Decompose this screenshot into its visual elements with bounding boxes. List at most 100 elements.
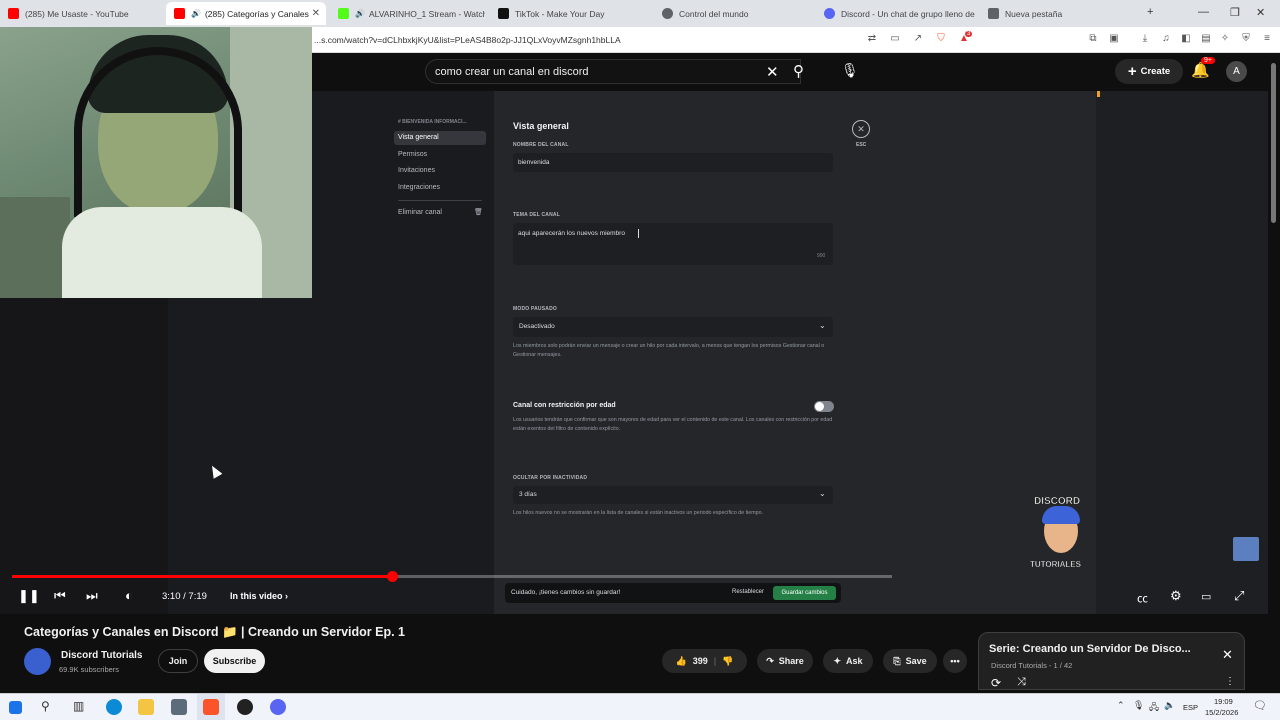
nav-integraciones[interactable]: Integraciones <box>398 184 440 191</box>
loop-icon[interactable]: ⟳ <box>991 676 1001 690</box>
tab-control-del-mundo[interactable]: Control del mundo <box>654 2 814 25</box>
close-tab-icon[interactable]: ✕ <box>312 8 320 19</box>
page-scrollbar[interactable] <box>1268 53 1280 693</box>
tab-youtube-me-usaste[interactable]: (285) Me Usaste - YouTube <box>0 2 165 25</box>
pause-icon[interactable]: ❚❚ <box>18 588 40 604</box>
minimize-icon[interactable]: — <box>1198 6 1209 18</box>
playlist-title[interactable]: Serie: Creando un Servidor De Disco... <box>989 643 1191 655</box>
obs-studio-icon[interactable] <box>237 699 253 715</box>
sparkle-icon: ✦ <box>833 655 842 666</box>
tab-new-tab[interactable]: Nueva pestaña <box>980 2 1140 25</box>
share-icon[interactable]: ↗ <box>912 33 924 45</box>
volume-tray-icon[interactable]: 🔈 <box>1164 700 1175 711</box>
tab-discord[interactable]: Discord - Un chat de grupo lleno de <box>816 2 976 25</box>
notification-center-icon[interactable]: 🗨 <box>1253 699 1267 712</box>
tab-tiktok[interactable]: TikTok - Make Your Day <box>490 2 650 25</box>
translate-icon[interactable]: ⇄ <box>866 33 878 45</box>
sidebar-icon[interactable]: ◧ <box>1180 33 1192 45</box>
wallet-icon[interactable]: ▤ <box>1200 33 1212 45</box>
search-box[interactable]: como crear un canal en discord ✕ <box>425 59 801 84</box>
share-button[interactable]: ↷ Share <box>757 649 813 673</box>
file-explorer-icon[interactable] <box>138 699 154 715</box>
microphone-tray-icon[interactable]: 🎙 <box>1133 700 1144 711</box>
cast-icon[interactable]: ▭ <box>889 33 901 45</box>
channel-name-field[interactable]: bienvenida <box>513 153 833 172</box>
new-tab-icon[interactable]: + <box>1147 6 1153 18</box>
close-window-icon[interactable]: ✕ <box>1256 6 1265 19</box>
theater-mode-icon[interactable]: ▭ <box>1201 590 1211 603</box>
microsoft-store-icon[interactable] <box>171 699 187 715</box>
share-arrow-icon: ↷ <box>766 655 774 666</box>
channel-avatar[interactable] <box>24 648 51 675</box>
subscribe-button[interactable]: Subscribe <box>204 649 265 673</box>
url-text[interactable]: ...s.com/watch?v=dCLhbxkjKyU&list=PLeAS4… <box>314 35 621 45</box>
fullscreen-icon[interactable]: ⤢ <box>1234 588 1244 604</box>
windows-start-icon[interactable] <box>9 701 22 714</box>
channel-name[interactable]: Discord Tutorials <box>61 650 143 661</box>
playlist-menu-icon[interactable]: ⋮ <box>1225 676 1235 687</box>
vpn-icon[interactable]: ⛨ <box>1240 33 1252 45</box>
previous-icon[interactable]: ⏮ <box>54 588 66 604</box>
topic-field[interactable]: aqui aparecerán los nuevos miembro 990 <box>513 223 833 265</box>
media-icon[interactable]: ♫ <box>1160 33 1172 45</box>
account-avatar[interactable]: A <box>1226 61 1247 82</box>
discord-app-icon[interactable] <box>270 699 286 715</box>
microphone-icon[interactable]: 🎙 <box>841 62 859 79</box>
close-settings-icon[interactable]: ✕ <box>852 120 870 138</box>
network-icon[interactable]: 🖧 <box>1149 700 1159 716</box>
thumbs-up-icon[interactable]: 👍 <box>676 656 687 667</box>
download-icon[interactable]: ⤓ <box>1139 33 1151 45</box>
volume-icon[interactable]: ◐ <box>125 588 133 603</box>
video-title: Categorías y Canales en Discord 📁 | Crea… <box>24 625 405 639</box>
save-button[interactable]: ⎘ Save <box>883 649 937 673</box>
close-playlist-icon[interactable]: ✕ <box>1222 647 1233 663</box>
channel-watermark[interactable]: DISCORD TUTORIALES <box>1030 496 1094 576</box>
age-restricted-toggle[interactable] <box>814 401 834 412</box>
tab-kick-stream[interactable]: 🔊 ALVARINHO_1 Stream - Watch L... <box>330 2 485 25</box>
slowmode-select[interactable]: Desactivado ⌄ <box>513 317 833 337</box>
settings-gear-icon[interactable]: ⚙ <box>1170 588 1182 604</box>
task-view-icon[interactable]: ▥ <box>73 699 84 713</box>
brave-browser-icon[interactable] <box>203 699 219 715</box>
extensions-icon[interactable]: ⧉ <box>1087 33 1099 45</box>
maximize-icon[interactable]: ❐ <box>1230 6 1240 19</box>
screenshot-icon[interactable]: ▣ <box>1108 33 1120 45</box>
next-icon[interactable]: ⏭ <box>86 588 98 604</box>
progress-bar[interactable] <box>12 571 892 582</box>
clear-search-icon[interactable]: ✕ <box>766 63 779 81</box>
nav-vista-general[interactable]: Vista general <box>398 134 439 141</box>
search-input[interactable]: como crear un canal en discord <box>435 66 588 78</box>
save-changes-button[interactable]: Guardar cambios <box>773 586 836 600</box>
reset-button[interactable]: Restablecer <box>732 589 764 595</box>
tray-expand-icon[interactable]: ⌃ <box>1117 700 1125 711</box>
leo-ai-icon[interactable]: ✧ <box>1219 33 1231 45</box>
create-button[interactable]: + Create <box>1115 59 1183 84</box>
thumbs-down-icon[interactable]: 👎 <box>722 656 733 667</box>
background-shelf <box>0 197 70 298</box>
captions-icon[interactable]: ㏄ <box>1137 590 1148 606</box>
nav-invitaciones[interactable]: Invitaciones <box>398 167 435 174</box>
join-button[interactable]: Join <box>158 649 198 673</box>
clock-date[interactable]: 15/2/2026 <box>1205 708 1238 717</box>
clock-time[interactable]: 19:09 <box>1214 697 1233 706</box>
in-this-video-button[interactable]: In this video › <box>230 591 288 601</box>
slowmode-label: MODO PAUSADO <box>513 306 557 312</box>
tab-youtube-categorias[interactable]: 🔊 (285) Categorías y Canales en Discord … <box>166 2 326 25</box>
edge-browser-icon[interactable] <box>106 699 122 715</box>
shuffle-icon[interactable]: ⤨ <box>1017 676 1026 689</box>
scrollbar-thumb[interactable] <box>1271 63 1276 223</box>
settings-category-label: # BIENVENIDA INFORMACI... <box>398 119 467 125</box>
ask-button[interactable]: ✦ Ask <box>823 649 873 673</box>
hide-inactivity-select[interactable]: 3 días ⌄ <box>513 486 833 504</box>
brave-shield-icon[interactable]: ⛉ <box>935 33 947 45</box>
search-icon[interactable]: ⚲ <box>793 62 804 80</box>
more-actions-button[interactable]: ••• <box>943 649 967 673</box>
nav-permisos[interactable]: Permisos <box>398 151 427 158</box>
plus-icon: + <box>1127 63 1137 80</box>
small-avatar-thumbnail[interactable] <box>1233 537 1259 561</box>
nav-eliminar-canal[interactable]: Eliminar canal <box>398 209 442 216</box>
trash-icon: 🗑 <box>474 209 483 216</box>
language-indicator[interactable]: ESP <box>1183 703 1198 712</box>
menu-icon[interactable]: ≡ <box>1261 33 1273 45</box>
search-icon[interactable]: ⚲ <box>41 699 50 713</box>
